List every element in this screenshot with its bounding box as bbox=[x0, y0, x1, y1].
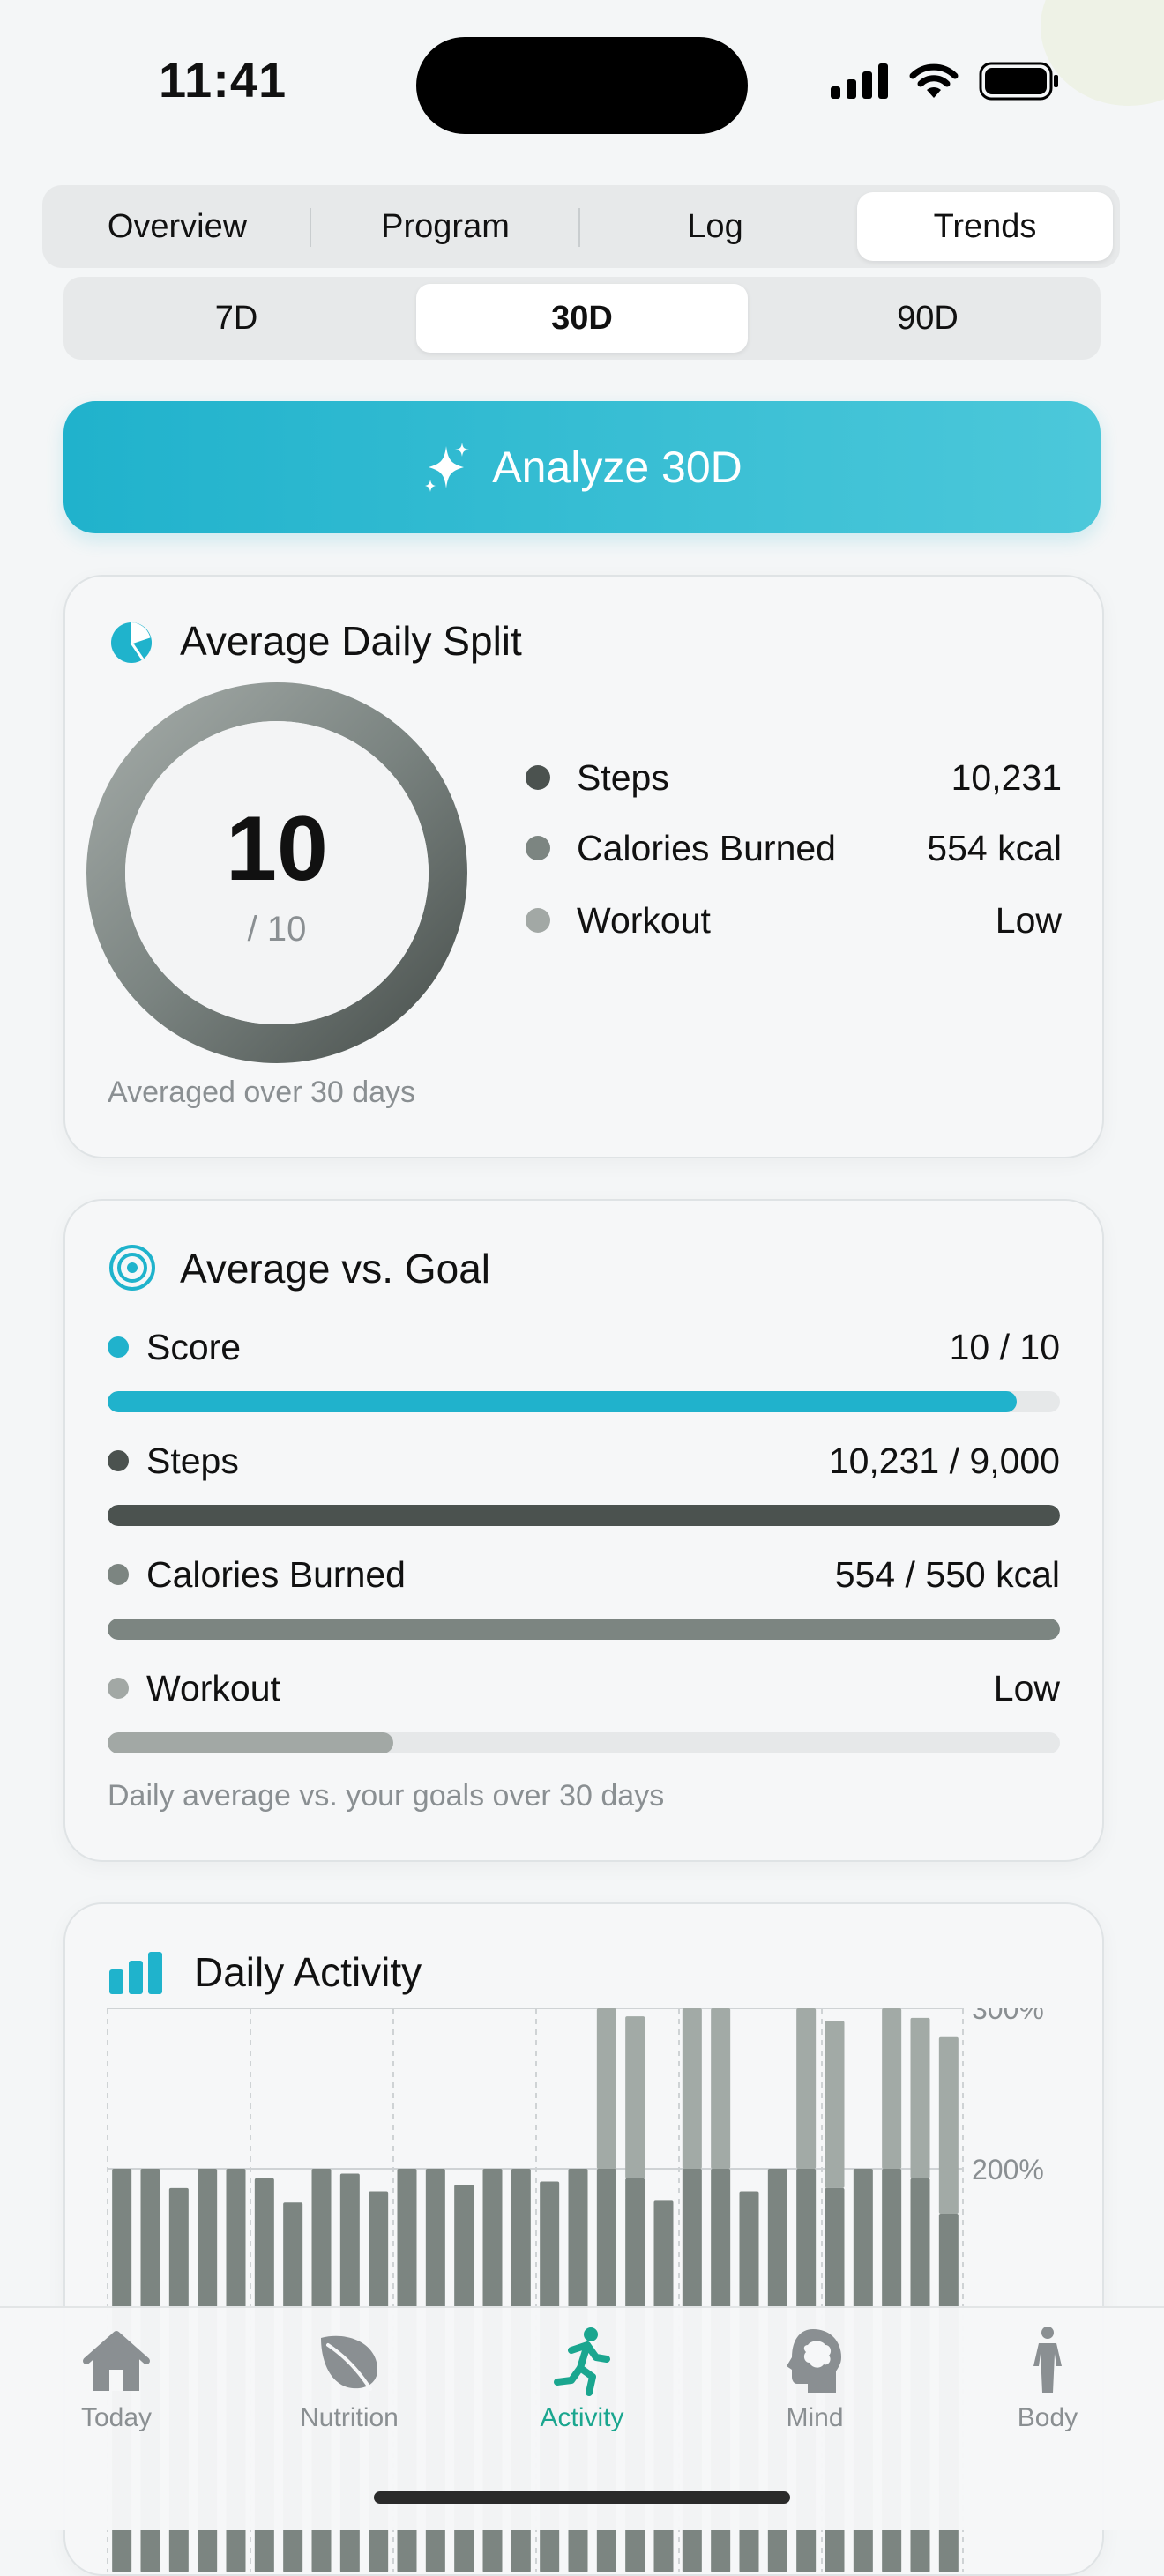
tab-program[interactable]: Program bbox=[317, 192, 573, 261]
goal-row-steps: Steps 10,231 / 9,000 bbox=[108, 1434, 1060, 1526]
goal-row-workout: Workout Low bbox=[108, 1662, 1060, 1753]
legend-dot bbox=[526, 836, 550, 860]
legend-steps: Steps 10,231 bbox=[515, 751, 1062, 804]
split-title: Average Daily Split bbox=[180, 618, 522, 664]
goal-dot bbox=[108, 1450, 129, 1471]
nav-label: Nutrition bbox=[300, 2403, 399, 2432]
goal-value: 10 / 10 bbox=[949, 1326, 1060, 1367]
tab-log[interactable]: Log bbox=[587, 192, 843, 261]
status-time: 11:41 bbox=[159, 52, 287, 108]
goal-fill bbox=[108, 1732, 393, 1753]
activity-bar-upper bbox=[682, 2008, 702, 2169]
activity-bar-upper bbox=[711, 2008, 731, 2169]
legend-workout: Workout Low bbox=[515, 894, 1062, 947]
running-icon bbox=[554, 2327, 610, 2396]
goal-label: Score bbox=[146, 1326, 242, 1367]
legend-calories: Calories Burned 554 kcal bbox=[515, 822, 1062, 875]
goal-track bbox=[108, 1391, 1060, 1412]
score-max: / 10 bbox=[247, 910, 307, 949]
range-tabs: 7D 30D 90D bbox=[63, 277, 1101, 360]
nav-nutrition[interactable]: Nutrition bbox=[233, 2326, 466, 2433]
nav-label: Body bbox=[1017, 2403, 1078, 2432]
goal-value: 10,231 / 9,000 bbox=[828, 1440, 1060, 1481]
split-footnote: Averaged over 30 days bbox=[108, 1076, 416, 1109]
home-icon bbox=[83, 2331, 150, 2391]
goal-label: Workout bbox=[146, 1667, 280, 1709]
score-ring: 10 / 10 bbox=[86, 682, 467, 1063]
legend-dot bbox=[526, 908, 550, 933]
goal-footnote: Daily average vs. your goals over 30 day… bbox=[108, 1779, 665, 1813]
person-icon bbox=[1033, 2327, 1062, 2393]
activity-bar-upper bbox=[824, 2021, 845, 2188]
nav-body[interactable]: Body bbox=[931, 2326, 1164, 2433]
tab-overview[interactable]: Overview bbox=[49, 192, 305, 261]
goal-track bbox=[108, 1619, 1060, 1640]
activity-bar-upper bbox=[910, 2017, 930, 2178]
main-tabs: Overview Program Log Trends bbox=[42, 185, 1120, 268]
range-7d[interactable]: 7D bbox=[71, 284, 402, 353]
pie-chart-icon bbox=[111, 622, 152, 663]
nav-today[interactable]: Today bbox=[0, 2326, 233, 2433]
legend-label: Steps bbox=[577, 756, 669, 798]
home-indicator bbox=[374, 2491, 790, 2504]
tab-divider bbox=[310, 208, 311, 247]
tab-divider bbox=[578, 208, 580, 247]
goal-label: Steps bbox=[146, 1440, 239, 1481]
bar-chart-icon bbox=[109, 1952, 162, 1994]
activity-bar-upper bbox=[938, 2036, 959, 2214]
goal-label: Calories Burned bbox=[146, 1553, 406, 1595]
goal-value: Low bbox=[993, 1667, 1060, 1709]
activity-bar-upper bbox=[596, 2008, 616, 2169]
legend-value: Low bbox=[995, 899, 1062, 941]
goal-row-calories: Calories Burned 554 / 550 kcal bbox=[108, 1548, 1060, 1640]
target-icon bbox=[109, 1245, 155, 1291]
goal-dot bbox=[108, 1678, 129, 1699]
goal-dot bbox=[108, 1564, 129, 1585]
legend-value: 10,231 bbox=[951, 756, 1062, 798]
goal-value: 554 / 550 kcal bbox=[834, 1553, 1060, 1595]
activity-bar-upper bbox=[882, 2008, 902, 2169]
goal-dot bbox=[108, 1336, 129, 1358]
goal-fill bbox=[108, 1619, 1060, 1640]
dynamic-island bbox=[416, 37, 748, 134]
goal-track bbox=[108, 1732, 1060, 1753]
goal-row-score: Score 10 / 10 bbox=[108, 1321, 1060, 1412]
nav-activity[interactable]: Activity bbox=[466, 2326, 698, 2433]
legend-value: 554 kcal bbox=[927, 827, 1062, 868]
y-tick-label: 200% bbox=[972, 2154, 1044, 2185]
leaf-icon bbox=[321, 2335, 377, 2391]
tab-trends[interactable]: Trends bbox=[857, 192, 1113, 261]
activity-title: Daily Activity bbox=[194, 1949, 422, 1995]
nav-label: Activity bbox=[540, 2403, 624, 2432]
activity-bar-upper bbox=[796, 2008, 817, 2169]
range-30d[interactable]: 30D bbox=[416, 284, 748, 353]
status-icons bbox=[831, 62, 1060, 101]
sparkle-icon bbox=[425, 443, 470, 492]
daily-split-card: Average Daily Split 10 / 10 Steps 10,231… bbox=[63, 575, 1104, 1158]
range-90d[interactable]: 90D bbox=[762, 284, 1093, 353]
wifi-icon bbox=[909, 63, 959, 98]
score-value: 10 bbox=[226, 798, 328, 900]
goal-fill bbox=[108, 1505, 1060, 1526]
nav-mind[interactable]: Mind bbox=[698, 2326, 931, 2433]
goal-fill bbox=[108, 1391, 1018, 1412]
nav-label: Today bbox=[80, 2403, 153, 2432]
nav-label: Mind bbox=[786, 2403, 844, 2432]
battery-icon bbox=[979, 62, 1058, 101]
legend-dot bbox=[526, 765, 550, 790]
brain-head-icon bbox=[787, 2329, 841, 2393]
analyze-label: Analyze 30D bbox=[492, 443, 742, 492]
activity-bar-upper bbox=[625, 2016, 645, 2178]
y-tick-label: 300% bbox=[972, 2008, 1044, 2025]
analyze-button[interactable]: Analyze 30D bbox=[63, 401, 1101, 533]
legend-label: Workout bbox=[577, 899, 711, 941]
goal-track bbox=[108, 1505, 1060, 1526]
goal-card: Average vs. Goal Score 10 / 10 Steps 10,23… bbox=[63, 1199, 1104, 1862]
legend-label: Calories Burned bbox=[577, 827, 836, 868]
goal-title: Average vs. Goal bbox=[180, 1246, 491, 1292]
signal-icon bbox=[831, 63, 888, 99]
